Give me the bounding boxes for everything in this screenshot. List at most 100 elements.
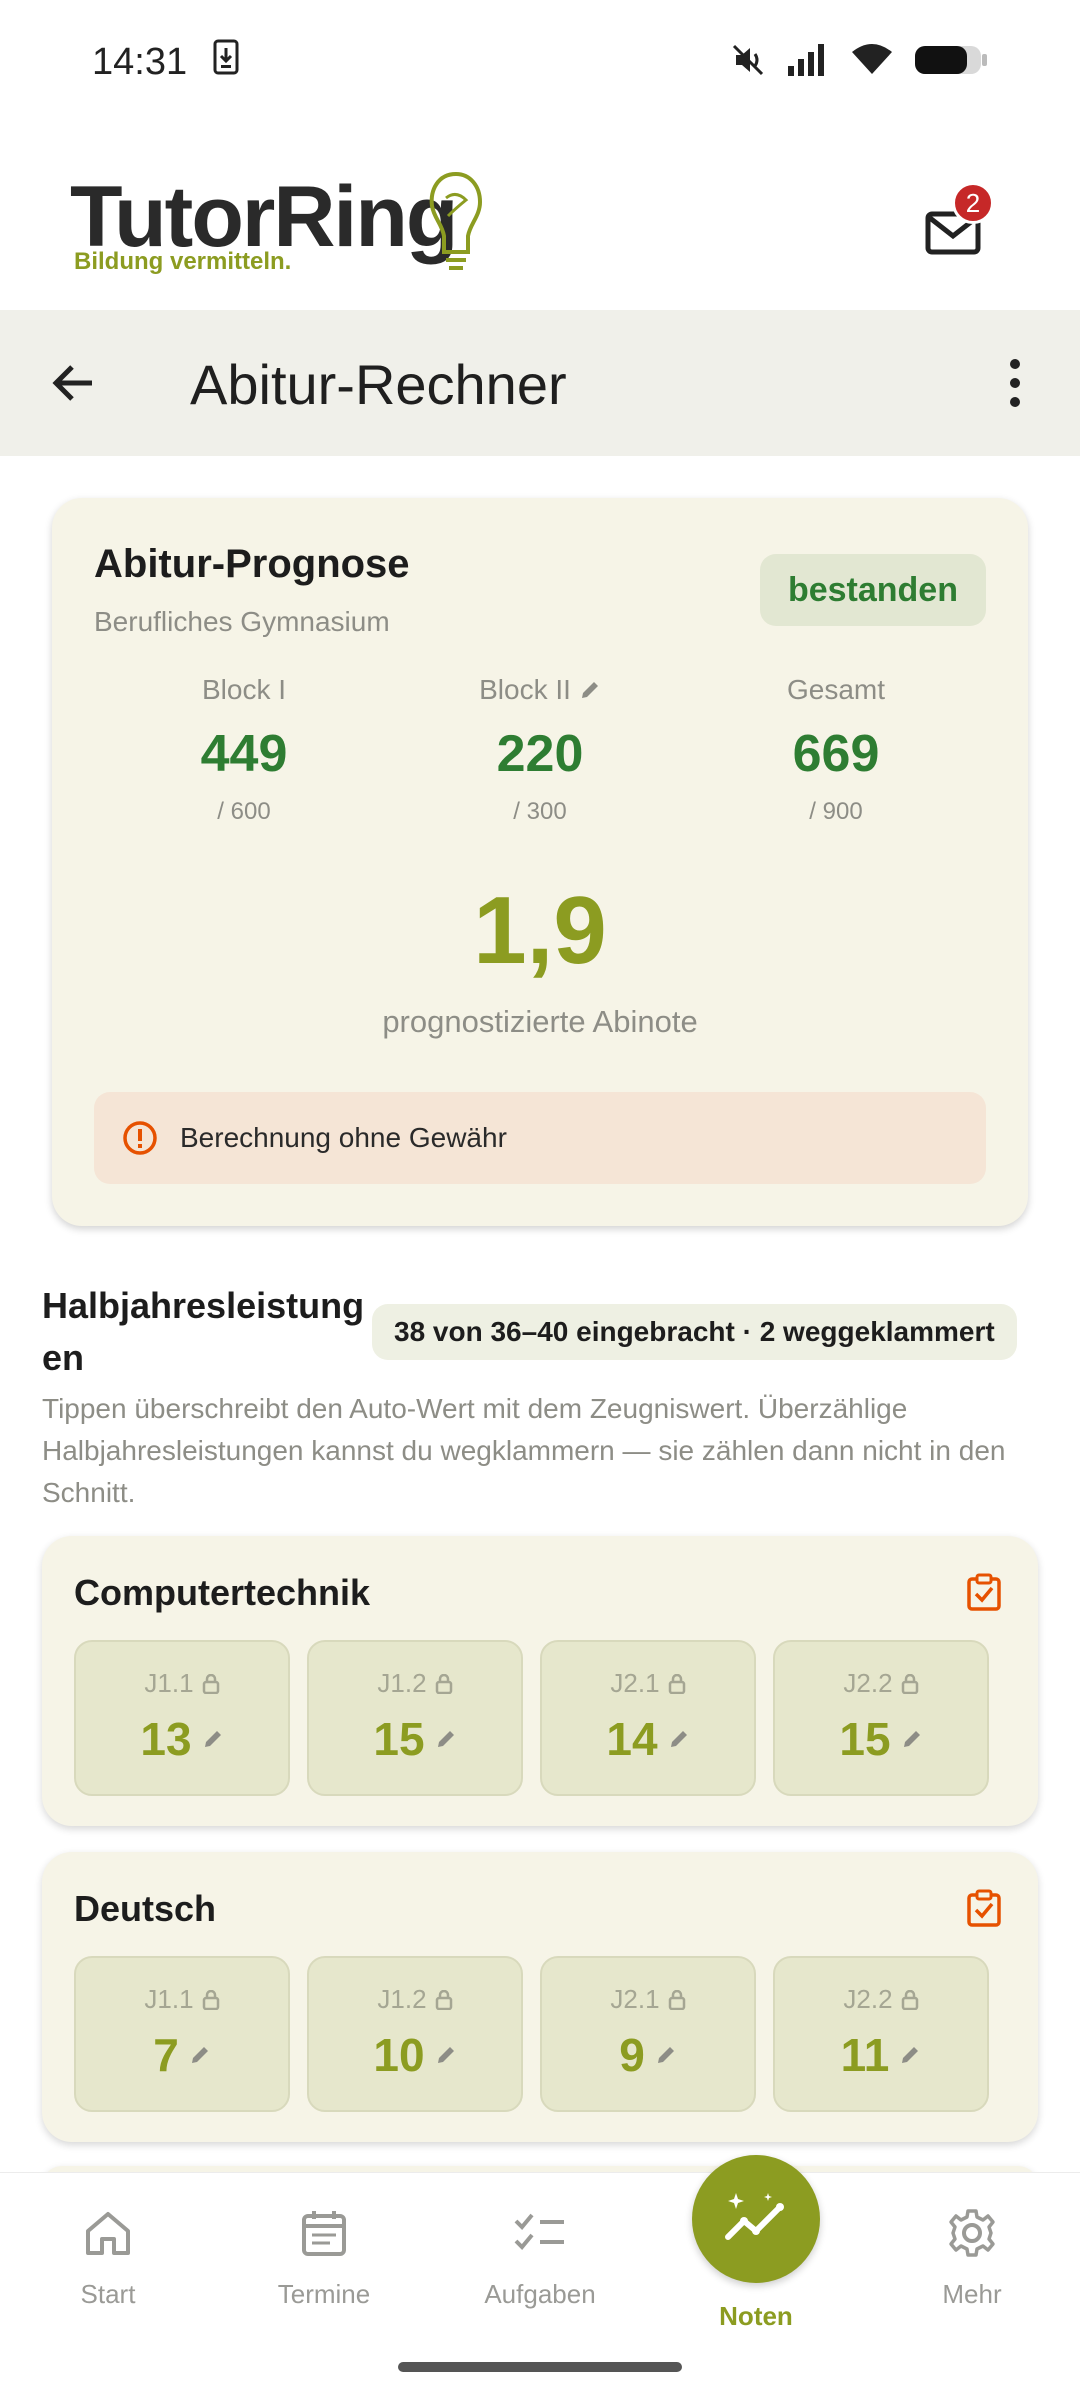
nav-item-termine[interactable]: Termine bbox=[244, 2203, 404, 2310]
total-value: 669 bbox=[792, 725, 880, 783]
section-title-line1: Halbjahresleistung bbox=[42, 1285, 365, 1326]
back-button[interactable] bbox=[40, 350, 106, 416]
lock-icon bbox=[202, 1989, 219, 2010]
lock-icon bbox=[435, 1989, 452, 2010]
nav-label: Mehr bbox=[942, 2279, 1002, 2309]
prognosis-subtitle: Berufliches Gymnasium bbox=[94, 606, 390, 637]
arrow-left-icon bbox=[52, 365, 92, 401]
block-2-max: / 300 bbox=[513, 798, 567, 825]
grade-value: 15 bbox=[839, 1713, 891, 1765]
term-label: J2.2 bbox=[843, 1668, 893, 1698]
grade-tile[interactable]: J1.1 7 bbox=[74, 1956, 290, 2112]
nav-label: Termine bbox=[277, 2279, 371, 2309]
grade-tile[interactable]: J2.1 9 bbox=[540, 1956, 756, 2112]
grade-tile[interactable]: J1.1 13 bbox=[74, 1640, 290, 1796]
lock-icon bbox=[668, 1673, 685, 1694]
block-2-stat[interactable]: Block II 220 / 300 bbox=[390, 674, 690, 826]
section-title: Halbjahresleistung en bbox=[42, 1280, 372, 1384]
lock-icon bbox=[901, 1989, 918, 2010]
download-notification-icon bbox=[213, 39, 239, 85]
nav-item-start[interactable]: Start bbox=[28, 2203, 188, 2310]
prognosis-title: Abitur-Prognose bbox=[94, 542, 410, 586]
pencil-icon bbox=[437, 2047, 454, 2063]
total-max: / 900 bbox=[809, 798, 863, 825]
nav-item-aufgaben[interactable]: Aufgaben bbox=[460, 2203, 620, 2310]
predicted-grade-caption: prognostizierte Abinote bbox=[382, 1004, 698, 1039]
predicted-grade: 1,9 bbox=[473, 877, 607, 984]
mute-icon bbox=[730, 42, 766, 83]
signal-icon bbox=[786, 42, 830, 83]
home-icon bbox=[28, 2203, 188, 2263]
grade-tile[interactable]: J2.1 14 bbox=[540, 1640, 756, 1796]
brand-header: TutorRing Bildung vermitteln. 2 bbox=[0, 160, 1080, 310]
grade-tile[interactable]: J1.2 10 bbox=[307, 1956, 523, 2112]
battery-icon bbox=[914, 42, 988, 83]
pencil-icon bbox=[191, 2047, 208, 2063]
more-options-button[interactable] bbox=[990, 350, 1040, 416]
section-title-line2: en bbox=[42, 1337, 85, 1378]
lock-icon bbox=[901, 1673, 918, 1694]
term-label: J2.2 bbox=[843, 1984, 893, 2014]
subject-card: Deutsch J1.1 7 J1.2 10 J2.1 9 J2.2 11 bbox=[42, 1852, 1038, 2142]
term-label: J1.1 bbox=[144, 1984, 194, 2014]
grade-value: 13 bbox=[140, 1713, 192, 1765]
status-bar: 14:31 bbox=[0, 0, 1080, 124]
total-label: Gesamt bbox=[786, 674, 886, 705]
status-time: 14:31 bbox=[92, 40, 188, 83]
clipboard-check-icon[interactable] bbox=[964, 1888, 1004, 1928]
grade-value: 10 bbox=[373, 2029, 425, 2081]
grade-tile[interactable]: J2.2 11 bbox=[773, 1956, 989, 2112]
grade-value: 15 bbox=[373, 1713, 425, 1765]
checklist-icon bbox=[460, 2203, 620, 2263]
term-label: J1.1 bbox=[144, 1668, 194, 1698]
grade-value: 9 bbox=[619, 2029, 645, 2081]
grade-tile[interactable]: J1.2 15 bbox=[307, 1640, 523, 1796]
subject-name: Deutsch bbox=[74, 1888, 217, 1929]
term-label: J1.2 bbox=[377, 1984, 427, 2014]
subject-card: Computertechnik J1.1 13 J1.2 15 J2.1 14 … bbox=[42, 1536, 1038, 1826]
pencil-icon bbox=[902, 2047, 919, 2063]
logo: TutorRing Bildung vermitteln. bbox=[70, 160, 490, 290]
status-icons bbox=[730, 42, 988, 83]
lock-icon bbox=[435, 1673, 452, 1694]
block-2-label: Block II bbox=[390, 674, 690, 706]
pencil-icon bbox=[670, 1731, 687, 1747]
clipboard-check-icon[interactable] bbox=[964, 1572, 1004, 1612]
block-1-label: Block I bbox=[201, 674, 287, 705]
nav-label: Start bbox=[80, 2279, 136, 2309]
total-stat: Gesamt 669 / 900 bbox=[686, 674, 986, 826]
subject-name: Computertechnik bbox=[74, 1572, 371, 1613]
lightbulb-icon bbox=[426, 170, 486, 285]
logo-tagline: Bildung vermitteln. bbox=[74, 248, 292, 275]
sparkle-chart-icon bbox=[725, 2193, 784, 2240]
count-chip: 38 von 36–40 eingebracht · 2 weggeklamme… bbox=[372, 1304, 1017, 1360]
status-badge: bestanden bbox=[759, 554, 986, 626]
nav-item-mehr[interactable]: Mehr bbox=[892, 2203, 1052, 2310]
term-label: J1.2 bbox=[377, 1668, 427, 1698]
calendar-icon bbox=[244, 2203, 404, 2263]
lock-icon bbox=[202, 1673, 219, 1694]
term-label: J2.1 bbox=[610, 1984, 660, 2014]
pencil-icon bbox=[903, 1731, 920, 1747]
term-label: J2.1 bbox=[610, 1668, 660, 1698]
lock-icon bbox=[668, 1989, 685, 2010]
grade-tile[interactable]: J2.2 15 bbox=[773, 1640, 989, 1796]
grade-value: 7 bbox=[153, 2029, 179, 2081]
warning-icon bbox=[123, 1121, 157, 1155]
pencil-icon bbox=[204, 1731, 221, 1747]
pencil-icon bbox=[657, 2047, 674, 2063]
section-description: Tippen überschreibt den Auto-Wert mit de… bbox=[42, 1393, 1006, 1508]
home-indicator[interactable] bbox=[398, 2362, 682, 2372]
pencil-icon bbox=[437, 1731, 454, 1747]
status-time-group: 14:31 bbox=[92, 39, 239, 85]
nav-item-noten[interactable] bbox=[692, 2155, 820, 2283]
nav-label-active: Noten bbox=[719, 2301, 793, 2331]
page-title: Abitur-Rechner bbox=[190, 353, 567, 416]
mail-badge: 2 bbox=[952, 182, 994, 224]
block-1-stat: Block I 449 / 600 bbox=[94, 674, 394, 826]
grade-value: 14 bbox=[606, 1713, 658, 1765]
grade-value: 11 bbox=[840, 2029, 890, 2081]
top-app-bar: Abitur-Rechner bbox=[0, 310, 1080, 456]
block-1-value: 449 bbox=[200, 725, 288, 783]
more-vert-icon bbox=[1010, 359, 1020, 407]
